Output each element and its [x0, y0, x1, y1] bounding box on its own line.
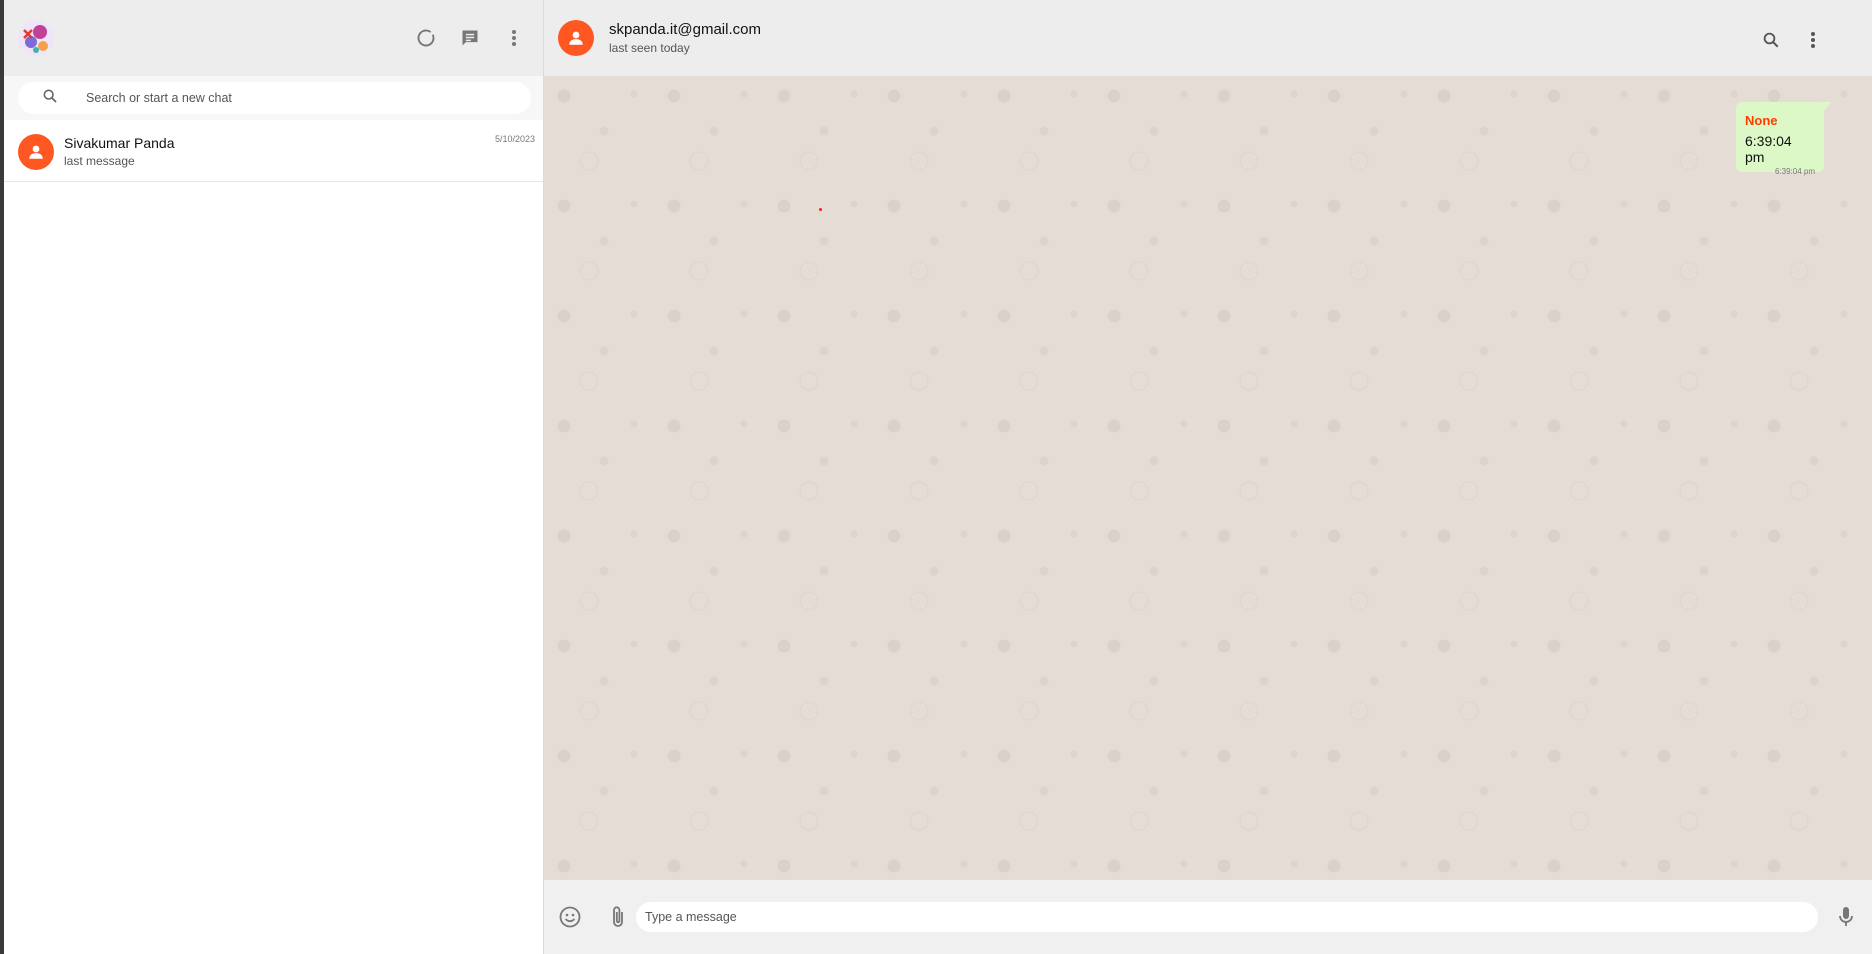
menu-dots-icon[interactable] [503, 20, 525, 56]
message-area[interactable]: None 6:39:04 pm 6:39:04 pm [544, 76, 1872, 880]
status-icon[interactable] [415, 20, 437, 56]
person-icon [29, 145, 43, 159]
search-icon [42, 88, 58, 109]
message-time: 6:39:04 pm [1774, 167, 1815, 176]
attach-icon[interactable] [604, 899, 632, 935]
search-icon[interactable] [1760, 22, 1782, 58]
chat-date: 5/10/2023 [494, 134, 535, 144]
chat-last-message: last message [64, 154, 135, 168]
emoji-icon[interactable] [556, 899, 584, 935]
chat-name: Sivakumar Panda [64, 135, 175, 151]
message-text: 6:39:04 pm [1745, 133, 1792, 165]
search-input[interactable] [86, 91, 506, 105]
message-sender: None [1745, 113, 1778, 128]
contact-avatar [18, 133, 54, 170]
sidebar: Sivakumar Panda last message 5/10/2023 [4, 0, 544, 954]
message-input[interactable] [636, 902, 1818, 932]
chat-header: skpanda.it@gmail.com last seen today [544, 0, 1872, 76]
chat-list: Sivakumar Panda last message 5/10/2023 [4, 122, 543, 954]
person-icon [569, 31, 583, 45]
sidebar-header [4, 0, 543, 76]
whatsapp-app: Sivakumar Panda last message 5/10/2023 s… [4, 0, 1872, 954]
menu-dots-icon[interactable] [1802, 22, 1824, 58]
composer [544, 880, 1872, 954]
chat-header-title: skpanda.it@gmail.com [609, 21, 761, 38]
chat-header-status: last seen today [609, 41, 690, 55]
chat-list-item[interactable]: Sivakumar Panda last message 5/10/2023 [4, 122, 543, 182]
search-field[interactable] [18, 82, 531, 114]
chat-panel: skpanda.it@gmail.com last seen today Non… [544, 0, 1872, 954]
message-bubble-outgoing[interactable]: None 6:39:04 pm 6:39:04 pm [1736, 102, 1832, 176]
new-chat-icon[interactable] [459, 20, 481, 56]
microphone-icon[interactable] [1832, 899, 1860, 935]
search-bar [4, 76, 543, 120]
chat-header-avatar[interactable] [558, 20, 594, 56]
cursor-dot [819, 208, 822, 211]
my-avatar[interactable] [18, 20, 54, 56]
